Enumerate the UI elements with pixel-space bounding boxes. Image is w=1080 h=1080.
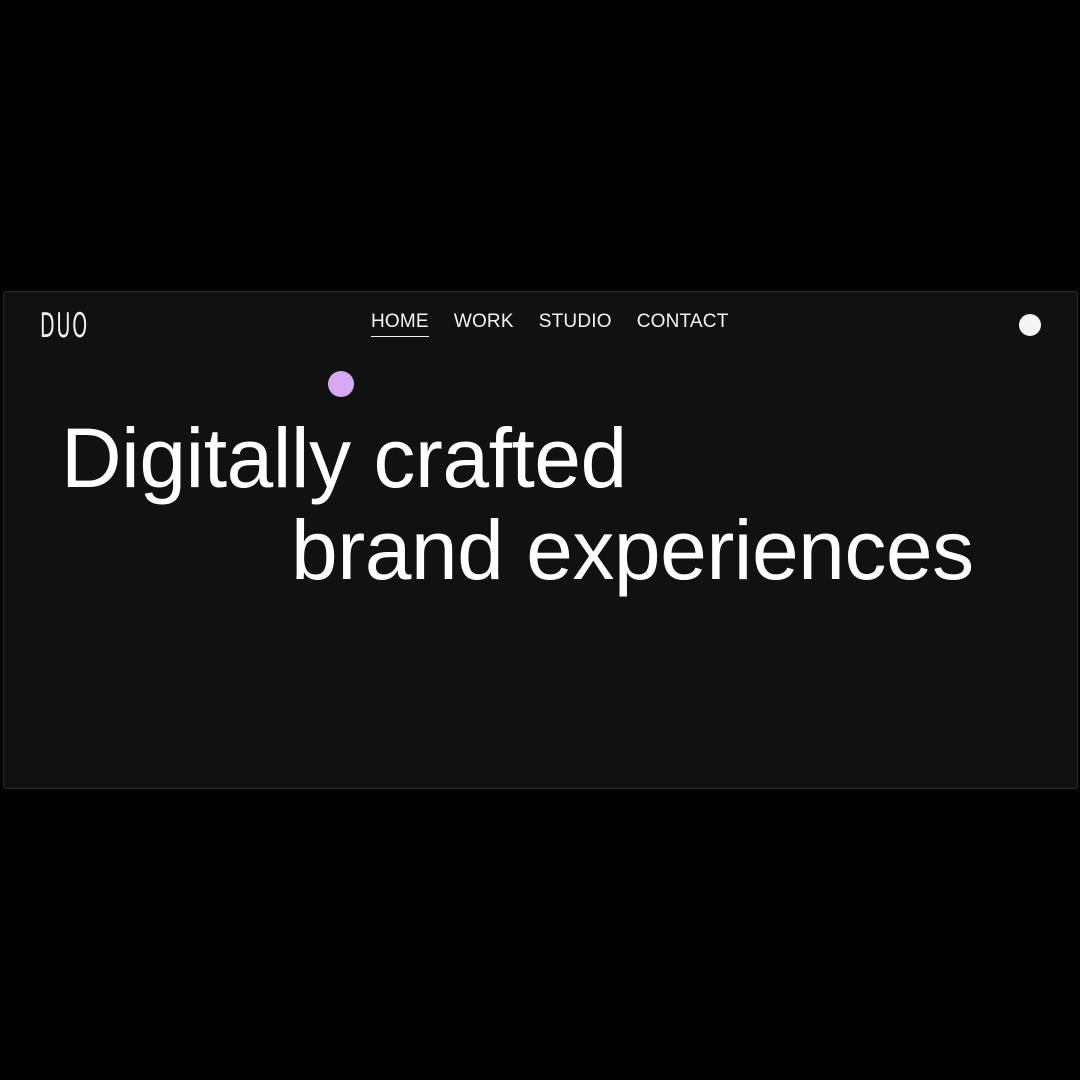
nav-item-contact[interactable]: CONTACT: [637, 310, 729, 337]
main-nav: HOME WORK STUDIO CONTACT: [371, 310, 729, 337]
website-frame: DUO HOME WORK STUDIO CONTACT Digitally c…: [3, 291, 1078, 789]
headline-line-1: Digitally crafted: [61, 411, 627, 505]
nav-item-work[interactable]: WORK: [454, 310, 514, 337]
brand-logo[interactable]: DUO: [40, 306, 89, 346]
nav-item-studio[interactable]: STUDIO: [539, 310, 612, 337]
circle-toggle-icon[interactable]: [1019, 314, 1041, 336]
nav-item-home[interactable]: HOME: [371, 310, 429, 337]
headline-line-2: brand experiences: [291, 503, 974, 597]
accent-dot-icon: [328, 371, 354, 397]
